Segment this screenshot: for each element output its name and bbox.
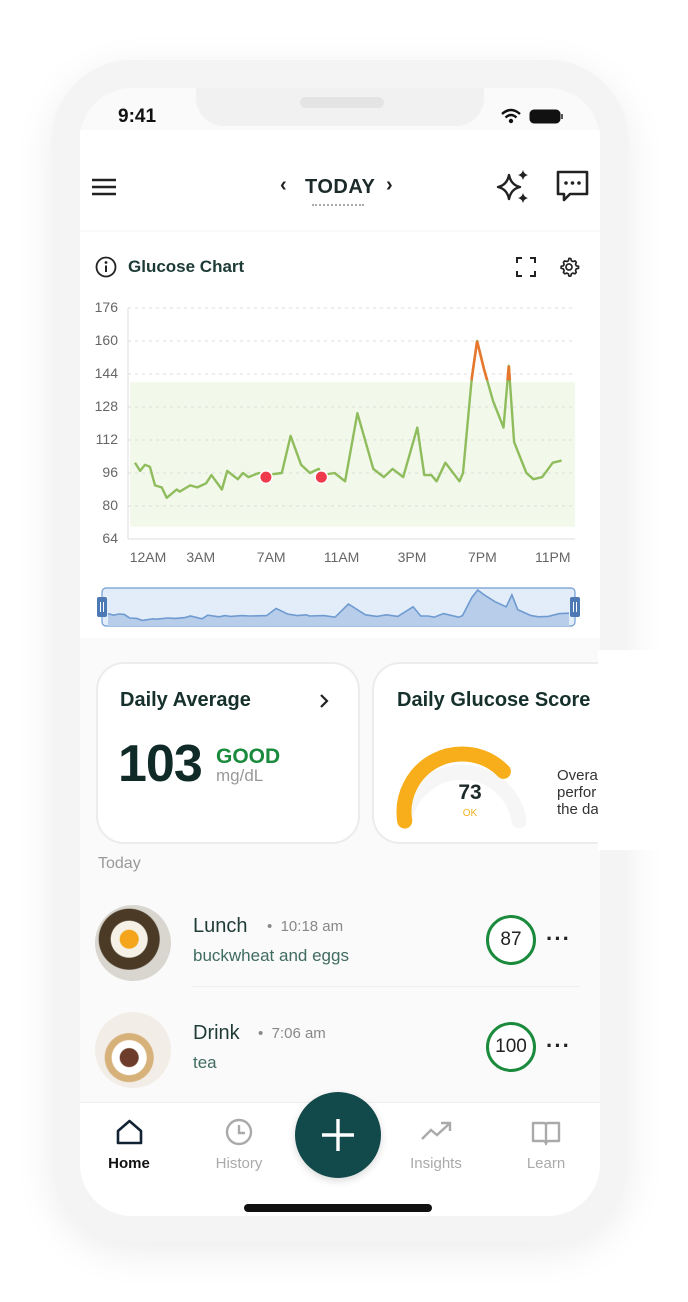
clock-icon [225,1118,253,1146]
desc-line: Overa [557,767,598,784]
nav-label: History [215,1155,263,1172]
drink-photo[interactable] [95,1012,171,1088]
book-icon [531,1121,561,1146]
entry-score: 100 [486,1022,536,1072]
entry-desc: buckwheat and eggs [193,946,349,965]
daily-score-title: Daily Glucose Score [397,689,591,711]
entry-time-text: 10:18 am [280,918,344,935]
daily-average-value: 103 [118,735,203,793]
entry-time: • 10:18 am [267,918,344,935]
nav-label: Insights [410,1155,462,1172]
desc-line: perfor [557,784,597,801]
home-icon [116,1119,143,1145]
screen-edge [598,650,688,850]
add-entry-button[interactable] [295,1092,381,1178]
navigator-handle-right[interactable] [570,597,580,617]
target-range-band [130,382,575,527]
nav-label: Home [108,1155,150,1172]
nav-label: Learn [526,1155,566,1172]
score-description: Overa perfor the da [557,767,598,818]
desc-line: the da [557,801,598,818]
meal-marker [315,471,327,483]
plus-icon [322,1119,354,1151]
entry-time: • 7:06 am [258,1025,326,1042]
navigator-handle-left[interactable] [97,597,107,617]
lunch-photo[interactable] [95,905,171,981]
section-label: Today [98,855,141,872]
home-indicator [244,1204,432,1212]
meal-marker [260,471,272,483]
daily-average-title: Daily Average [120,689,251,711]
nav-home[interactable]: Home [89,1115,169,1175]
score-rating: OK [462,808,478,819]
entry-desc: tea [193,1053,217,1072]
nav-history[interactable]: History [199,1115,279,1175]
trending-up-icon [421,1121,452,1140]
score-value: 73 [458,781,482,804]
chevron-right-icon[interactable] [318,693,330,709]
glucose-chart-plot[interactable] [0,0,688,660]
entry-title[interactable]: Drink [193,1022,240,1045]
nav-insights[interactable]: Insights [396,1115,476,1175]
entry-score: 87 [486,915,536,965]
nav-learn[interactable]: Learn [506,1115,586,1175]
more-options-button[interactable]: ··· [546,1033,571,1059]
more-options-button[interactable]: ··· [546,926,571,952]
divider [192,986,580,987]
daily-average-unit: mg/dL [216,766,264,785]
entry-time-text: 7:06 am [271,1025,326,1042]
entry-title[interactable]: Lunch [193,915,248,938]
